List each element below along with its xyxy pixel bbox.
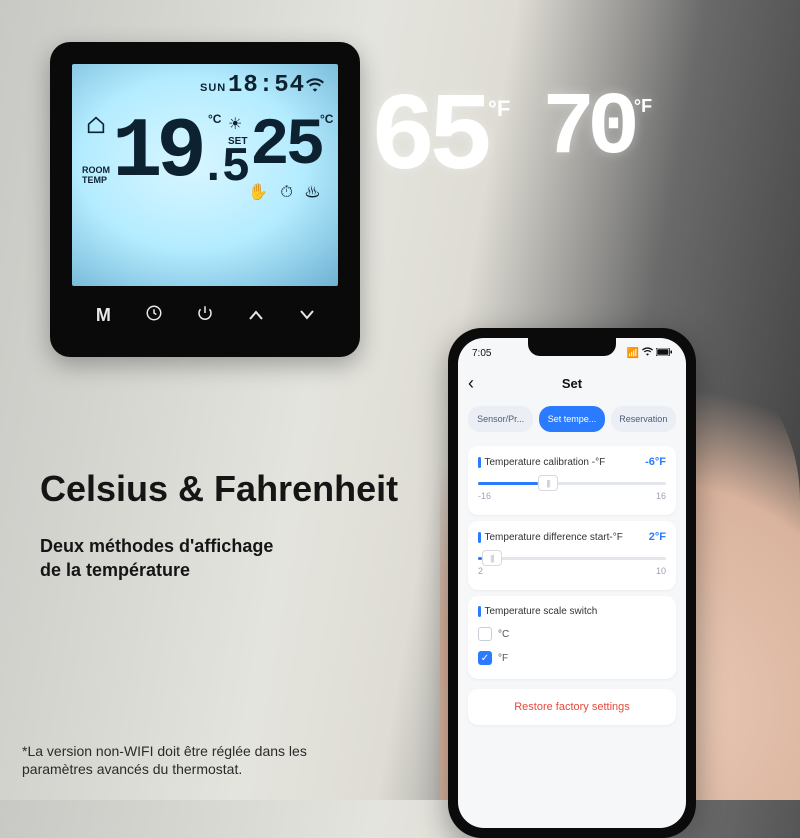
- set-temp-unit: °C: [320, 112, 333, 126]
- phone-notch: [528, 338, 616, 356]
- restore-button[interactable]: Restore factory settings: [468, 689, 676, 725]
- up-button[interactable]: [236, 305, 276, 326]
- nav-bar: ‹ Set: [458, 368, 686, 398]
- diff-label: Temperature difference start-°F: [478, 532, 623, 543]
- thermostat-device: SUN 18:54 ROOMTEMP 19.5 °C ☀ SET 25 °C ✋…: [50, 42, 360, 357]
- lcd-clock: 18:54: [228, 72, 305, 99]
- scale-label: Temperature scale switch: [478, 606, 597, 617]
- calibration-value: -6°F: [645, 456, 666, 468]
- room-temp-dec: .5: [199, 141, 245, 195]
- tab-sensor[interactable]: Sensor/Pr...: [468, 406, 533, 432]
- clock-button[interactable]: [134, 304, 174, 327]
- power-button[interactable]: [185, 304, 225, 327]
- tab-set-temp[interactable]: Set tempe...: [539, 406, 604, 432]
- calibration-slider[interactable]: ||| -1616: [478, 482, 666, 501]
- card-calibration: Temperature calibration -°F -6°F ||| -16…: [468, 446, 676, 515]
- scale-option-f[interactable]: ✓°F: [478, 651, 666, 665]
- tab-reservation[interactable]: Reservation: [611, 406, 676, 432]
- tab-row: Sensor/Pr... Set tempe... Reservation: [458, 398, 686, 440]
- nav-title: Set: [562, 376, 582, 391]
- room-temp-unit: °C: [208, 112, 221, 126]
- mode-button[interactable]: M: [83, 305, 123, 326]
- set-temp-value: 25: [250, 108, 321, 183]
- calibration-label: Temperature calibration -°F: [478, 457, 605, 468]
- sun-icon: ☀: [228, 114, 242, 134]
- lcd-day: SUN: [200, 82, 226, 94]
- battery-icon: [656, 348, 672, 359]
- projection-set-temp: 70°F: [542, 90, 652, 189]
- signal-icon: 📶: [627, 348, 639, 359]
- home-icon: [86, 116, 106, 140]
- projection-room-temp: 65°F: [370, 90, 510, 189]
- card-diff-start: Temperature difference start-°F 2°F ||| …: [468, 521, 676, 590]
- down-button[interactable]: [287, 305, 327, 326]
- headline: Celsius & Fahrenheit: [40, 468, 398, 510]
- scale-option-c[interactable]: °C: [478, 627, 666, 641]
- wifi-icon: [642, 347, 653, 359]
- status-icons: 📶: [627, 347, 672, 359]
- card-scale-switch: Temperature scale switch °C ✓°F: [468, 596, 676, 679]
- mode-icons-row: ✋ ⏱ ♨: [248, 182, 324, 202]
- wifi-icon: [306, 76, 324, 97]
- set-temp-label: SET: [228, 136, 247, 147]
- room-temp-int: 19: [112, 106, 201, 201]
- back-button[interactable]: ‹: [468, 373, 474, 394]
- phone-screen: 7:05 📶 ‹ Set Sensor/Pr... Set tempe... R…: [458, 338, 686, 828]
- diff-value: 2°F: [649, 531, 666, 543]
- subtitle: Deux méthodes d'affichage de la températ…: [40, 534, 273, 583]
- status-time: 7:05: [472, 348, 491, 359]
- phone-device: 7:05 📶 ‹ Set Sensor/Pr... Set tempe... R…: [448, 328, 696, 838]
- footnote: *La version non-WIFI doit être réglée da…: [22, 742, 307, 778]
- fahrenheit-projection: 65°F 70°F: [370, 90, 652, 189]
- room-temp-label: ROOMTEMP: [82, 166, 110, 186]
- room-temp-value: 19.5: [112, 106, 244, 201]
- touch-button-row: M: [72, 286, 338, 344]
- diff-slider[interactable]: ||| 210: [478, 557, 666, 576]
- thermostat-lcd: SUN 18:54 ROOMTEMP 19.5 °C ☀ SET 25 °C ✋…: [72, 64, 338, 286]
